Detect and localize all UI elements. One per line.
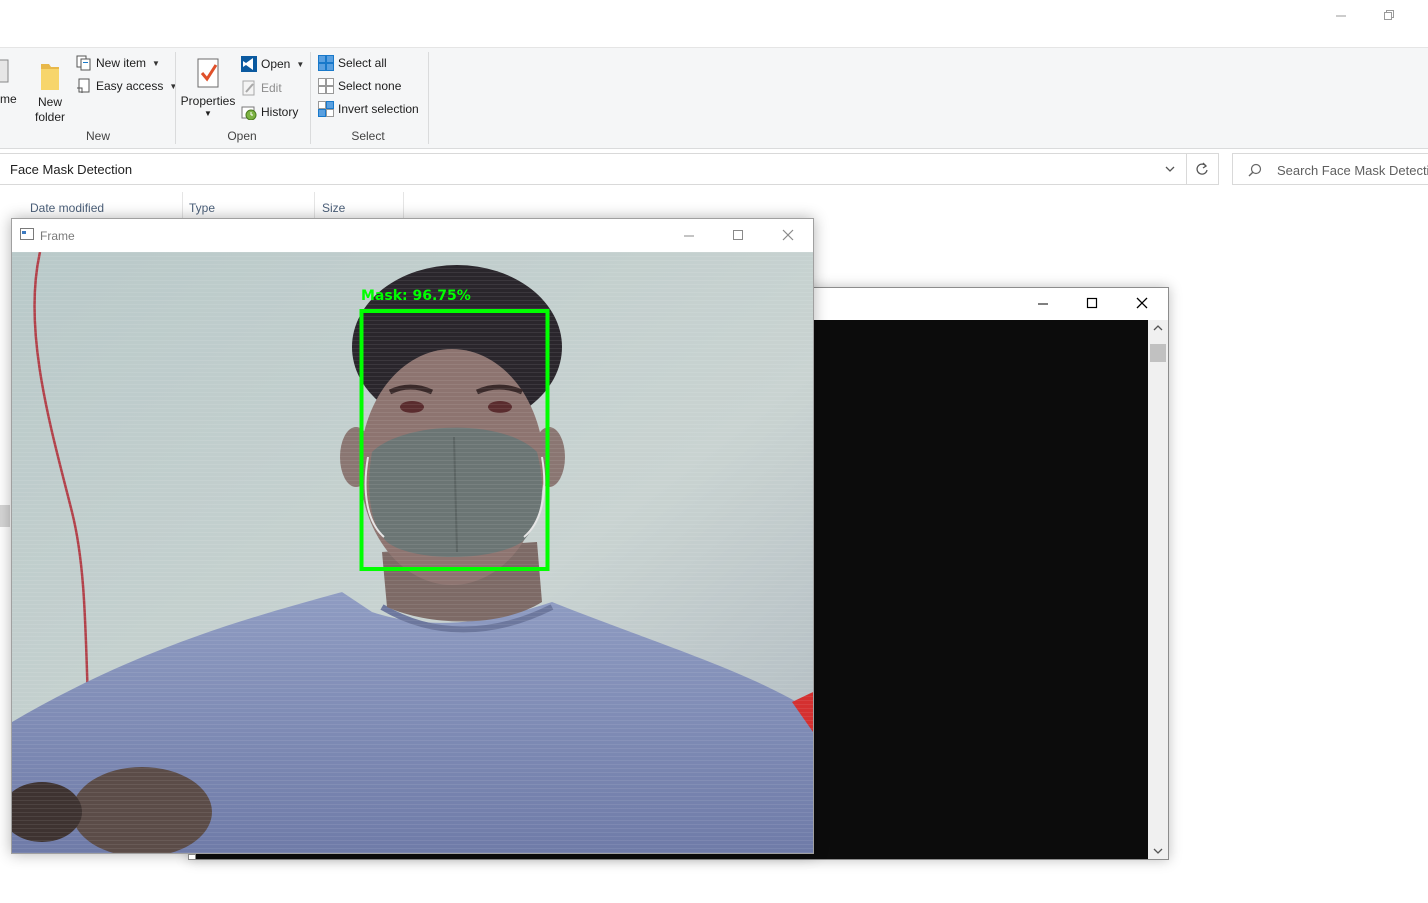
window-app-icon bbox=[20, 228, 34, 240]
new-folder-button[interactable]: New folder bbox=[30, 54, 70, 126]
invert-selection-icon bbox=[318, 101, 334, 117]
restore-icon bbox=[1384, 10, 1394, 20]
webcam-scene: Mask: 96.75% bbox=[12, 252, 813, 853]
frame-window: Frame Mask: 96.75% bbox=[11, 218, 814, 854]
address-path: Face Mask Detection bbox=[10, 162, 133, 177]
refresh-icon bbox=[1196, 162, 1208, 175]
console-scrollbar-thumb[interactable] bbox=[1150, 344, 1166, 362]
minimize-icon bbox=[1336, 15, 1346, 17]
console-maximize-button[interactable] bbox=[1069, 288, 1115, 318]
scroll-up-icon[interactable] bbox=[1153, 324, 1163, 332]
maximize-icon bbox=[733, 230, 743, 240]
select-none-label: Select none bbox=[338, 79, 402, 93]
column-divider[interactable] bbox=[403, 192, 404, 218]
easy-access-icon bbox=[76, 78, 92, 94]
group-label-new: New bbox=[85, 129, 110, 143]
group-label-select: Select bbox=[351, 129, 385, 143]
refresh-button[interactable] bbox=[1190, 160, 1214, 180]
minimize-icon bbox=[1038, 303, 1048, 305]
edit-button[interactable]: Edit bbox=[241, 78, 282, 98]
edit-icon bbox=[241, 80, 257, 96]
history-button[interactable]: History bbox=[241, 102, 298, 122]
properties-label: Properties bbox=[180, 94, 236, 108]
invert-selection-button[interactable]: Invert selection bbox=[318, 99, 419, 119]
properties-button[interactable]: Properties ▼ bbox=[180, 54, 236, 124]
select-all-label: Select all bbox=[338, 56, 387, 70]
frame-title-bar: Frame bbox=[12, 219, 813, 252]
frame-close-button[interactable] bbox=[765, 219, 811, 251]
address-bar[interactable]: Face Mask Detection bbox=[0, 153, 1219, 185]
invert-selection-label: Invert selection bbox=[338, 102, 419, 116]
open-label: Open bbox=[261, 57, 291, 71]
webcam-frame: Mask: 96.75% bbox=[12, 252, 813, 853]
new-item-icon bbox=[76, 55, 92, 71]
column-header-type[interactable]: Type bbox=[189, 192, 215, 216]
explorer-restore-button[interactable] bbox=[1366, 0, 1412, 30]
chevron-down-icon: ▼ bbox=[152, 58, 160, 68]
minimize-icon bbox=[684, 235, 694, 237]
new-item-button[interactable]: New item ▼ bbox=[76, 53, 160, 73]
properties-icon bbox=[197, 58, 219, 88]
chevron-down-icon: ▼ bbox=[296, 59, 305, 69]
scroll-down-icon[interactable] bbox=[1153, 847, 1163, 855]
chevron-down-icon: ▼ bbox=[169, 81, 178, 91]
select-none-button[interactable]: Select none bbox=[318, 76, 401, 96]
maximize-icon bbox=[1086, 297, 1098, 309]
partial-ribbon-icon[interactable] bbox=[0, 58, 12, 86]
partial-ribbon-label: me bbox=[0, 92, 17, 106]
edit-label: Edit bbox=[261, 81, 282, 95]
column-header-size[interactable]: Size bbox=[322, 192, 345, 216]
open-button[interactable]: Open ▼ bbox=[241, 54, 304, 74]
nav-pane-scrollbar-thumb[interactable] bbox=[0, 505, 10, 527]
frame-maximize-button[interactable] bbox=[715, 219, 761, 251]
detection-label: Mask: 96.75% bbox=[361, 288, 471, 304]
explorer-title-bar bbox=[0, 0, 1428, 48]
new-folder-label-1: New bbox=[37, 95, 62, 109]
select-all-icon bbox=[318, 55, 334, 71]
column-divider[interactable] bbox=[314, 192, 315, 218]
frame-minimize-button[interactable] bbox=[666, 219, 712, 251]
column-header-date-modified[interactable]: Date modified bbox=[30, 192, 104, 216]
explorer-minimize-button[interactable] bbox=[1318, 0, 1364, 30]
easy-access-label: Easy access bbox=[96, 79, 164, 93]
console-close-button[interactable] bbox=[1119, 288, 1165, 318]
group-separator bbox=[428, 52, 429, 144]
chevron-down-icon bbox=[1165, 166, 1175, 172]
history-icon bbox=[241, 104, 257, 121]
new-folder-label-2: folder bbox=[34, 110, 66, 124]
group-separator bbox=[175, 52, 176, 144]
console-minimize-button[interactable] bbox=[1020, 288, 1066, 318]
easy-access-button[interactable]: Easy access ▼ bbox=[76, 76, 177, 96]
group-separator bbox=[310, 52, 311, 144]
history-label: History bbox=[261, 105, 299, 119]
console-corner-marker bbox=[188, 854, 196, 860]
vscode-icon bbox=[241, 56, 257, 72]
select-none-icon bbox=[318, 78, 334, 94]
search-icon bbox=[1248, 163, 1262, 177]
group-label-open: Open bbox=[227, 129, 257, 143]
address-divider bbox=[1186, 154, 1187, 184]
console-scrollbar[interactable] bbox=[1148, 320, 1168, 859]
column-divider[interactable] bbox=[182, 192, 183, 218]
frame-title: Frame bbox=[40, 229, 75, 243]
folder-icon bbox=[41, 64, 59, 90]
close-icon bbox=[1136, 297, 1148, 309]
ribbon: me New folder New item ▼ Easy access ▼ N… bbox=[0, 48, 1428, 149]
search-box[interactable]: Search Face Mask Detection bbox=[1232, 153, 1428, 185]
new-item-label: New item bbox=[96, 56, 147, 70]
address-history-dropdown[interactable] bbox=[1158, 160, 1182, 178]
select-all-button[interactable]: Select all bbox=[318, 53, 387, 73]
chevron-down-icon: ▼ bbox=[204, 109, 212, 118]
search-placeholder: Search Face Mask Detection bbox=[1277, 163, 1428, 178]
close-icon bbox=[782, 229, 794, 241]
